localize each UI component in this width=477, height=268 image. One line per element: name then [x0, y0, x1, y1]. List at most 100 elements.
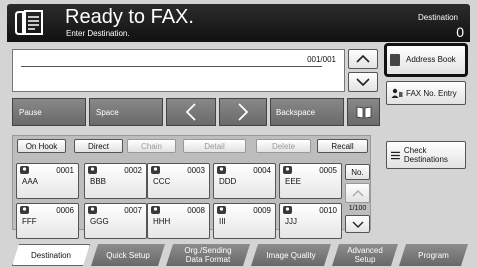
- cursor-right-button[interactable]: [219, 98, 267, 126]
- one-touch-key[interactable]: 0008 HHH: [147, 203, 210, 239]
- one-touch-number: 0002: [124, 166, 142, 175]
- one-touch-number: 0005: [319, 166, 337, 175]
- tab-label: Image Quality: [266, 250, 316, 260]
- one-touch-number: 0006: [56, 206, 74, 215]
- cursor-left-button[interactable]: [166, 98, 216, 126]
- contact-icon: [20, 166, 29, 174]
- page-down-button[interactable]: [345, 215, 370, 233]
- one-touch-number: 0001: [56, 166, 74, 175]
- page-up-button[interactable]: [345, 183, 370, 203]
- book-lookup-button[interactable]: [347, 98, 380, 126]
- contact-icon: [283, 206, 292, 214]
- delete-label: Delete: [271, 141, 296, 151]
- one-touch-name: JJJ: [285, 217, 297, 226]
- tab-label: Destination: [30, 250, 72, 260]
- one-touch-key[interactable]: 0003 CCC: [147, 163, 210, 199]
- chain-button[interactable]: Chain: [127, 139, 176, 153]
- tab-image-quality[interactable]: Image Quality: [251, 244, 331, 266]
- pause-label: Pause: [19, 107, 42, 117]
- fax-icon: [15, 10, 43, 35]
- chain-label: Chain: [141, 141, 162, 151]
- recall-button[interactable]: Recall: [317, 139, 368, 153]
- chevron-down-icon: [352, 221, 363, 228]
- destination-count-value: 0: [456, 24, 464, 40]
- chevron-up-icon: [356, 55, 370, 63]
- one-touch-name: BBB: [90, 177, 107, 186]
- space-label: Space: [96, 107, 119, 117]
- contact-icon: [283, 166, 292, 174]
- direct-label: Direct: [88, 141, 109, 151]
- contact-icon: [217, 206, 226, 214]
- person-keypad-icon: [391, 88, 403, 98]
- detail-label: Detail: [204, 141, 225, 151]
- recall-label: Recall: [331, 141, 354, 151]
- tab-destination[interactable]: Destination: [12, 244, 90, 266]
- destination-counter: 001/001: [307, 55, 336, 64]
- dest-scroll-up-button[interactable]: [348, 49, 378, 69]
- fax-no-entry-button[interactable]: FAX No. Entry: [386, 81, 466, 105]
- one-touch-number: 0010: [319, 206, 337, 215]
- pause-button[interactable]: Pause: [12, 98, 86, 126]
- one-touch-key[interactable]: 0004 DDD: [213, 163, 276, 199]
- one-touch-name: EEE: [285, 177, 302, 186]
- number-search-label: No.: [351, 167, 364, 177]
- one-touch-name: AAA: [22, 177, 39, 186]
- tab-label: Org./Sending Data Format: [184, 246, 232, 264]
- number-search-button[interactable]: No.: [345, 164, 370, 180]
- address-book-button[interactable]: Address Book: [384, 43, 468, 77]
- one-touch-key[interactable]: 0002 BBB: [84, 163, 147, 199]
- tab-org-sending-data-format[interactable]: Org./Sending Data Format: [166, 244, 250, 266]
- on-hook-label: On Hook: [25, 141, 58, 151]
- page-subtitle: Enter Destination.: [66, 29, 130, 38]
- delete-button[interactable]: Delete: [256, 139, 311, 153]
- contact-icon: [151, 206, 160, 214]
- tab-advanced-setup[interactable]: Advanced Setup: [332, 244, 398, 266]
- address-book-icon: [390, 54, 400, 66]
- dest-scroll-down-button[interactable]: [348, 72, 378, 92]
- contact-icon: [217, 166, 226, 174]
- one-touch-key[interactable]: 0006 FFF: [16, 203, 79, 239]
- one-touch-key[interactable]: 0009 III: [213, 203, 276, 239]
- page-indicator: 1/100: [348, 205, 367, 212]
- one-touch-number: 0004: [253, 166, 271, 175]
- check-destinations-button[interactable]: Check Destinations: [386, 141, 466, 169]
- tab-label: Advanced Setup: [347, 246, 383, 264]
- tab-quick-setup[interactable]: Quick Setup: [91, 244, 165, 266]
- one-touch-name: CCC: [153, 177, 171, 186]
- one-touch-name: DDD: [219, 177, 237, 186]
- contact-icon: [88, 206, 97, 214]
- direct-button[interactable]: Direct: [74, 139, 123, 153]
- destination-entry-line: [21, 66, 322, 67]
- destination-display: 001/001: [12, 49, 345, 92]
- tab-label: Quick Setup: [106, 250, 150, 260]
- book-icon: [356, 106, 371, 119]
- backspace-button[interactable]: Backspace: [270, 98, 344, 126]
- detail-button[interactable]: Detail: [183, 139, 246, 153]
- one-touch-key[interactable]: 0001 AAA: [16, 163, 79, 199]
- one-touch-number: 0009: [253, 206, 271, 215]
- on-hook-button[interactable]: On Hook: [17, 139, 66, 153]
- one-touch-name: HHH: [153, 217, 171, 226]
- one-touch-name: GGG: [90, 217, 109, 226]
- one-touch-number: 0007: [124, 206, 142, 215]
- chevron-down-icon: [356, 78, 370, 86]
- one-touch-name: FFF: [22, 217, 37, 226]
- fax-no-entry-label: FAX No. Entry: [406, 88, 457, 98]
- tab-program[interactable]: Program: [399, 244, 468, 266]
- space-button[interactable]: Space: [89, 98, 163, 126]
- bottom-tab-bar: Destination Quick Setup Org./Sending Dat…: [12, 244, 468, 266]
- one-touch-key[interactable]: 0010 JJJ: [279, 203, 342, 239]
- one-touch-number: 0008: [187, 206, 205, 215]
- list-icon: [391, 151, 400, 159]
- check-destinations-label: Check Destinations: [403, 146, 448, 164]
- one-touch-key[interactable]: 0005 EEE: [279, 163, 342, 199]
- chevron-up-icon: [352, 189, 363, 196]
- status-header: Ready to FAX. Enter Destination. Destina…: [7, 4, 470, 42]
- destination-count-label: Destination: [417, 13, 458, 22]
- one-touch-key[interactable]: 0007 GGG: [84, 203, 147, 239]
- page-title: Ready to FAX.: [65, 6, 194, 28]
- tab-label: Program: [418, 250, 449, 260]
- chevron-right-icon: [238, 103, 249, 121]
- backspace-label: Backspace: [276, 107, 316, 117]
- one-touch-name: III: [219, 217, 226, 226]
